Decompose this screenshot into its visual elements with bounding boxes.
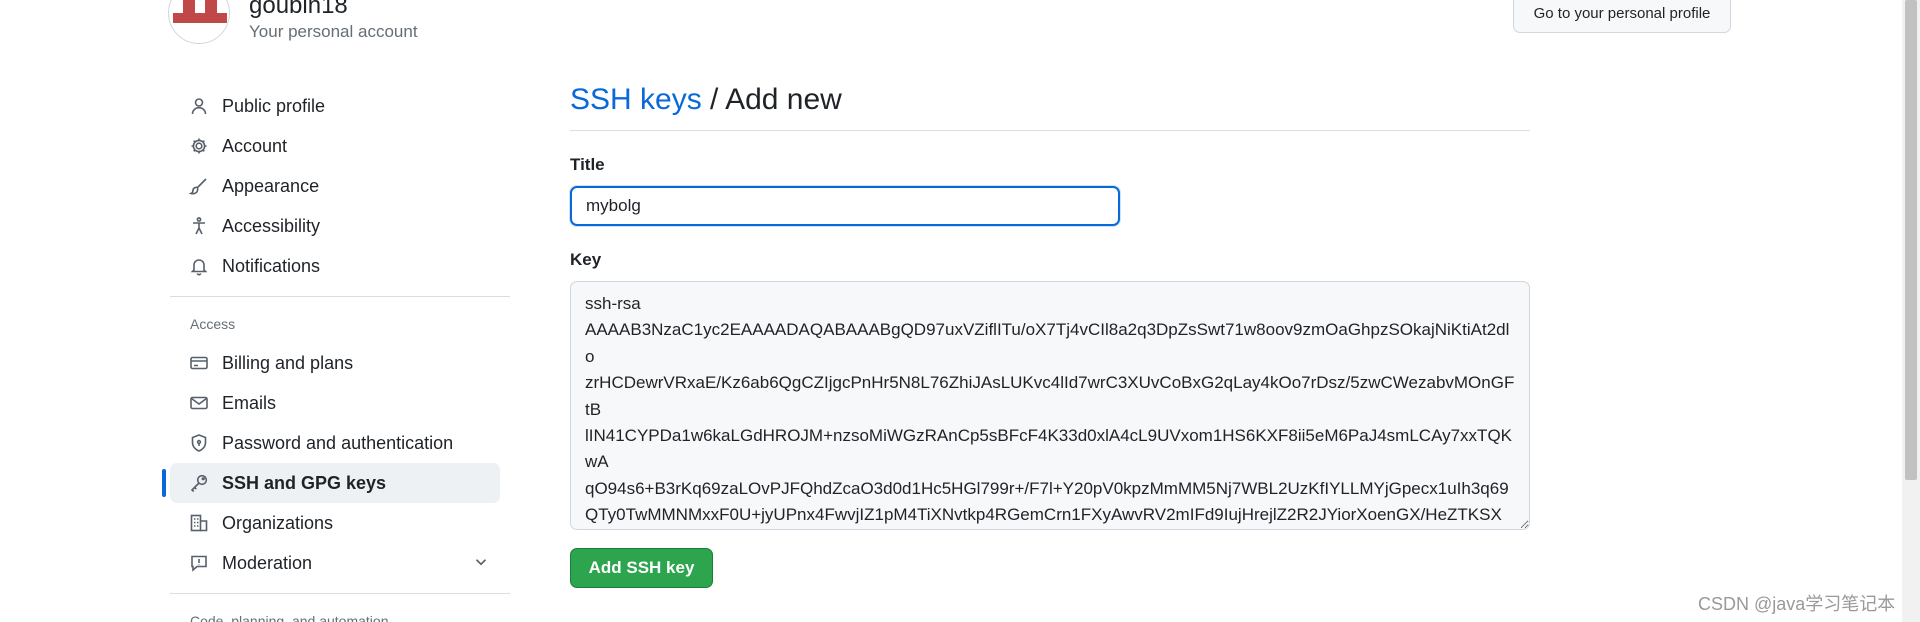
page-scrollbar[interactable] — [1902, 0, 1920, 622]
bell-icon — [188, 255, 210, 277]
sidebar-item-label: Organizations — [222, 512, 334, 533]
person-icon — [188, 95, 210, 117]
mail-icon — [188, 392, 210, 414]
report-icon — [188, 552, 210, 574]
credit-card-icon — [188, 352, 210, 374]
chevron-down-icon[interactable] — [472, 553, 490, 576]
sidebar-item-organizations[interactable]: Organizations — [170, 503, 500, 543]
organization-icon — [188, 512, 210, 534]
key-icon — [188, 472, 210, 494]
sidebar-item-label: Accessibility — [222, 215, 321, 236]
sidebar-item-label: Public profile — [222, 95, 326, 116]
breadcrumb-current: Add new — [725, 83, 842, 116]
sidebar-item-public-profile[interactable]: Public profile — [170, 86, 500, 126]
title-divider — [570, 130, 1530, 131]
sidebar-section-access: Access — [190, 316, 236, 332]
sidebar-item-label: Moderation — [222, 552, 313, 573]
breadcrumb-ssh-keys-link[interactable]: SSH keys — [570, 83, 702, 116]
gear-icon — [188, 135, 210, 157]
sidebar-item-account[interactable]: Account — [170, 126, 500, 166]
key-textarea[interactable]: ssh-rsa AAAAB3NzaC1yc2EAAAADAQABAAABgQD9… — [570, 281, 1530, 530]
sidebar-item-appearance[interactable]: Appearance — [170, 166, 500, 206]
page-title: SSH keys / Add new — [570, 80, 1530, 120]
sidebar-item-billing[interactable]: Billing and plans — [170, 343, 500, 383]
shield-lock-icon — [188, 432, 210, 454]
add-ssh-key-form: SSH keys / Add new Title Key ssh-rsa AAA… — [570, 80, 1530, 588]
sidebar-item-label: Password and authentication — [222, 432, 454, 453]
key-label: Key — [570, 250, 602, 269]
add-ssh-key-button[interactable]: Add SSH key — [570, 548, 713, 588]
sidebar-item-password-auth[interactable]: Password and authentication — [170, 423, 500, 463]
avatar[interactable] — [168, 0, 230, 44]
sidebar-divider — [170, 296, 510, 297]
sidebar-item-emails[interactable]: Emails — [170, 383, 500, 423]
sidebar-item-accessibility[interactable]: Accessibility — [170, 206, 500, 246]
sidebar-item-label: Appearance — [222, 175, 320, 196]
sidebar-item-label: Account — [222, 135, 288, 156]
title-input[interactable] — [570, 186, 1120, 226]
watermark: CSDN @java学习笔记本 — [1698, 594, 1896, 614]
sidebar-item-ssh-gpg-keys[interactable]: SSH and GPG keys — [162, 463, 500, 503]
sidebar-section-code-planning: Code, planning, and automation — [190, 613, 389, 622]
title-label: Title — [570, 155, 605, 174]
sidebar-item-moderation[interactable]: Moderation — [170, 543, 500, 583]
accessibility-icon — [188, 215, 210, 237]
sidebar-item-label: Billing and plans — [222, 352, 354, 373]
breadcrumb-separator: / — [701, 83, 726, 116]
account-subtitle: Your personal account — [249, 22, 418, 41]
go-to-profile-button[interactable]: Go to your personal profile — [1513, 0, 1731, 33]
scrollbar-thumb[interactable] — [1905, 0, 1917, 480]
sidebar-item-label: SSH and GPG keys — [222, 472, 387, 493]
sidebar-item-label: Notifications — [222, 255, 321, 276]
sidebar-item-label: Emails — [222, 392, 277, 413]
account-username: goubin18 — [249, 0, 348, 19]
sidebar-divider — [170, 593, 510, 594]
settings-sidebar: Public profile Account Appearance Access… — [162, 86, 510, 622]
sidebar-item-notifications[interactable]: Notifications — [170, 246, 500, 286]
paintbrush-icon — [188, 175, 210, 197]
